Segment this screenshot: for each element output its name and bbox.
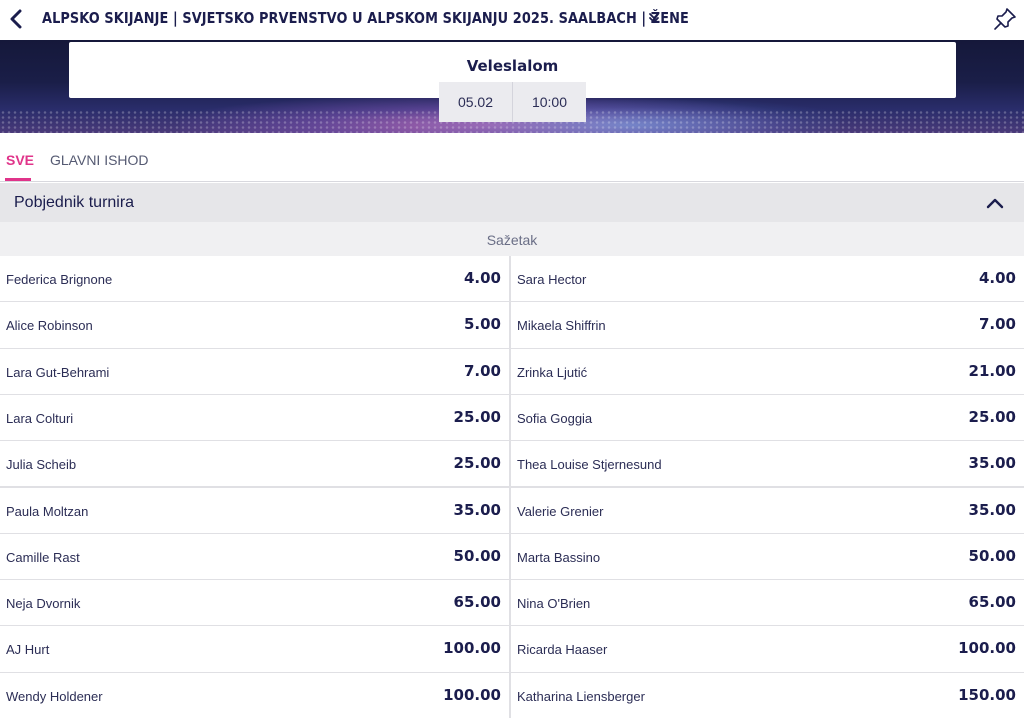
- selection-odd: 25.00: [453, 407, 501, 426]
- selection-name: Camille Rast: [6, 549, 80, 565]
- selection-odd: 25.00: [453, 454, 501, 473]
- selection-name: Mikaela Shiffrin: [517, 318, 606, 334]
- selection-name: Lara Gut-Behrami: [6, 364, 110, 380]
- selection-odd: 4.00: [463, 269, 501, 287]
- selection-name: AJ Hurt: [6, 642, 50, 658]
- pin-button[interactable]: [990, 4, 1020, 34]
- selection-odd: 100.00: [958, 639, 1016, 658]
- selection-odd: 35.00: [968, 454, 1016, 473]
- odds-selection[interactable]: AJ Hurt 100.00: [0, 626, 509, 672]
- odds-selection[interactable]: Federica Brignone 4.00: [0, 256, 509, 302]
- selection-name: Lara Colturi: [6, 410, 74, 426]
- selection-name: Sofia Goggia: [517, 410, 593, 426]
- selection-odd: 21.00: [968, 361, 1016, 380]
- active-tab-indicator: [5, 178, 31, 181]
- selection-odd: 100.00: [443, 685, 501, 704]
- selection-name: Thea Louise Stjernesund: [517, 457, 662, 473]
- market-tabs: SVE GLAVNI ISHOD: [0, 133, 1024, 182]
- event-time: 10:00: [513, 82, 586, 122]
- odds-selection[interactable]: Valerie Grenier 35.00: [511, 487, 1024, 533]
- event-date: 05.02: [439, 82, 513, 122]
- selection-odd: 35.00: [968, 500, 1016, 519]
- event-name: Veleslalom: [466, 57, 559, 75]
- summary-row: Sažetak: [0, 222, 1024, 256]
- odds-selection[interactable]: Mikaela Shiffrin 7.00: [511, 302, 1024, 348]
- odds-selection[interactable]: Alice Robinson 5.00: [0, 302, 509, 348]
- double-chevron-down-icon: [649, 13, 659, 24]
- odds-selection[interactable]: Lara Gut-Behrami 7.00: [0, 348, 509, 394]
- selection-odd: 150.00: [958, 685, 1016, 704]
- back-button[interactable]: [4, 4, 28, 34]
- chevron-left-icon: [10, 9, 22, 29]
- selection-odd: 50.00: [453, 546, 501, 565]
- selection-name: Paula Moltzan: [6, 503, 89, 519]
- selection-name: Ricarda Haaser: [517, 642, 608, 658]
- page-title: ALPSKO SKIJANJE | SVJETSKO PRVENSTVO U A…: [42, 9, 689, 27]
- odds-selection[interactable]: Marta Bassino 50.00: [511, 533, 1024, 580]
- selection-name: Alice Robinson: [6, 318, 93, 334]
- odds-selection[interactable]: Katharina Liensberger 150.00: [511, 672, 1024, 718]
- odds-grid: Federica Brignone 4.00 Sara Hector 4.00 Alic…: [0, 256, 1024, 718]
- odds-selection[interactable]: Nina O'Brien 65.00: [511, 580, 1024, 626]
- competition-dropdown-button[interactable]: [646, 10, 662, 26]
- selection-name: Neja Dvornik: [6, 596, 81, 612]
- selection-odd: 35.00: [453, 500, 501, 519]
- selection-odd: 100.00: [443, 639, 501, 658]
- selection-odd: 65.00: [968, 593, 1016, 612]
- selection-odd: 5.00: [463, 315, 501, 334]
- chevron-up-icon[interactable]: [986, 195, 1004, 211]
- odds-selection[interactable]: Sofia Goggia 25.00: [511, 394, 1024, 441]
- selection-odd: 65.00: [453, 593, 501, 612]
- tab-glavni-ishod[interactable]: GLAVNI ISHOD: [50, 152, 149, 168]
- selection-name: Julia Scheib: [6, 457, 77, 473]
- odds-selection[interactable]: Neja Dvornik 65.00: [0, 580, 509, 626]
- selection-name: Wendy Holdener: [6, 688, 103, 704]
- odds-selection[interactable]: Zrinka Ljutić 21.00: [511, 348, 1024, 394]
- odds-selection[interactable]: Wendy Holdener 100.00: [0, 672, 509, 718]
- pin-icon: [994, 8, 1016, 30]
- odds-selection[interactable]: Julia Scheib 25.00: [0, 441, 509, 487]
- market-header[interactable]: Pobjednik turnira: [0, 183, 1024, 222]
- selection-odd: 7.00: [463, 361, 501, 380]
- selection-name: Nina O'Brien: [517, 596, 591, 612]
- odds-selection[interactable]: Thea Louise Stjernesund 35.00: [511, 441, 1024, 487]
- selection-odd: 7.00: [978, 315, 1016, 334]
- odds-selection[interactable]: Ricarda Haaser 100.00: [511, 626, 1024, 672]
- selection-name: Zrinka Ljutić: [517, 364, 588, 380]
- selection-odd: 25.00: [968, 407, 1016, 426]
- summary-label: Sažetak: [486, 232, 538, 248]
- selection-name: Federica Brignone: [6, 272, 113, 287]
- odds-selection[interactable]: Paula Moltzan 35.00: [0, 487, 509, 533]
- market-title: Pobjednik turnira: [14, 194, 135, 211]
- odds-selection[interactable]: Lara Colturi 25.00: [0, 394, 509, 441]
- selection-name: Katharina Liensberger: [517, 688, 645, 704]
- selection-name: Valerie Grenier: [517, 503, 604, 519]
- selection-odd: 4.00: [978, 269, 1016, 287]
- selection-name: Sara Hector: [517, 272, 587, 287]
- selection-odd: 50.00: [968, 546, 1016, 565]
- odds-selection[interactable]: Camille Rast 50.00: [0, 533, 509, 580]
- top-bar: ALPSKO SKIJANJE | SVJETSKO PRVENSTVO U A…: [0, 0, 1024, 40]
- tab-sve[interactable]: SVE: [6, 152, 34, 168]
- odds-selection[interactable]: Sara Hector 4.00: [511, 256, 1024, 302]
- selection-name: Marta Bassino: [517, 549, 601, 565]
